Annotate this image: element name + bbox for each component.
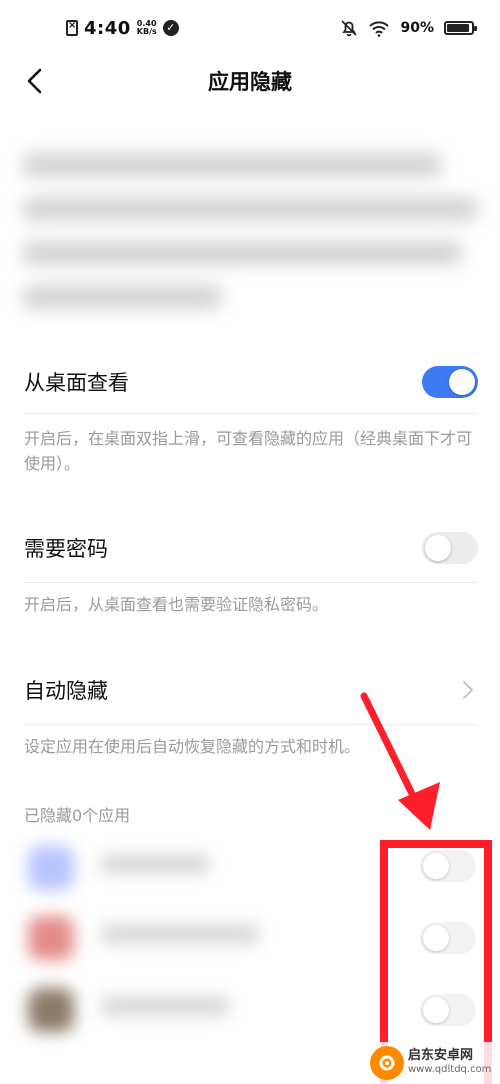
notification-app-icon: ✓ [162,20,179,36]
watermark: 启东安卓网 www.qdltdq.com [370,1042,500,1084]
desktop-view-toggle[interactable] [422,366,478,398]
wifi-icon [369,21,390,37]
setting-require-password: 需要密码 [24,526,478,570]
chevron-right-icon [458,678,478,702]
desktop-view-label: 从桌面查看 [24,371,129,395]
blurred-app-info [10,842,300,892]
battery-icon [444,21,477,35]
annotation-arrow [360,692,440,830]
network-speed: 0.40 KB/s [137,20,157,36]
toggle-knob [449,369,475,395]
mute-bell-icon [341,20,358,37]
blurred-banner [22,140,478,320]
blurred-app-info [10,912,300,962]
watermark-name: 启东安卓网 [408,1048,474,1063]
watermark-text: 启东安卓网 www.qdltdq.com [408,1049,491,1077]
auto-hide-label: 自动隐藏 [24,679,108,703]
page-title: 应用隐藏 [208,70,292,94]
battery-level-fill [447,24,469,32]
no-sim-icon [66,18,78,36]
require-password-description: 开启后，从桌面查看也需要验证隐私密码。 [24,595,329,614]
setting-desktop-view: 从桌面查看 [24,360,478,404]
status-right: 90% [340,19,477,37]
divider [24,413,478,414]
require-password-label: 需要密码 [24,537,108,561]
status-left: 4:40 0.40 KB/s ✓ [66,18,179,39]
app-header: 应用隐藏 [0,56,500,106]
battery-percent: 90% [400,20,434,36]
status-bar: 4:40 0.40 KB/s ✓ 90% [0,0,500,56]
require-password-toggle[interactable] [422,532,478,564]
back-button[interactable] [18,64,52,98]
blurred-app-info [10,984,300,1034]
hidden-apps-count: 已隐藏0个应用 [24,806,131,825]
back-arrow-icon [27,68,42,94]
toggle-knob [425,535,451,561]
desktop-view-description: 开启后，在桌面双指上滑，可查看隐藏的应用（经典桌面下才可使用）。 [24,429,473,473]
app-icon [28,916,74,960]
status-time: 4:40 [84,17,131,39]
network-speed-unit: KB/s [136,27,157,36]
app-icon [28,988,74,1032]
divider [24,582,478,583]
app-icon [28,846,74,890]
watermark-logo-icon [370,1046,404,1080]
watermark-url: www.qdltdq.com [408,1064,492,1075]
